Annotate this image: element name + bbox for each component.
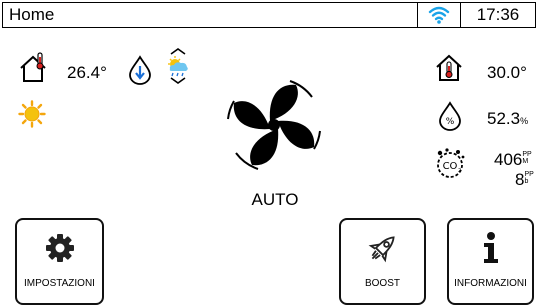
water-drop-down-icon (126, 55, 154, 90)
voc-reading: 8PP b (515, 170, 534, 190)
svg-text:%: % (446, 117, 455, 127)
co2-icon: CO 2 (432, 146, 468, 185)
settings-label: IMPOSTAZIONI (24, 278, 95, 289)
svg-text:2: 2 (458, 168, 461, 174)
fan-mode-label: AUTO (251, 190, 299, 209)
voc-unit-bottom: b (524, 178, 529, 185)
wifi-icon (418, 2, 460, 28)
voc-unit: PP b (524, 171, 533, 185)
boost-label: BOOST (364, 278, 400, 289)
svg-text:CO: CO (443, 161, 458, 172)
clock: 17:36 (460, 2, 536, 28)
voc-value: 8 (515, 170, 525, 189)
co2-unit: PP M (522, 151, 531, 165)
indoor-temperature: 26.4° (67, 63, 107, 82)
boost-button[interactable]: BOOST (339, 218, 426, 305)
page-title: Home (2, 2, 418, 28)
info-button[interactable]: INFORMAZIONI (447, 218, 534, 305)
settings-button[interactable]: IMPOSTAZIONI (15, 218, 104, 305)
humidity-number: 52.3 (487, 109, 521, 128)
humidity-unit: % (520, 116, 529, 126)
outdoor-temp-icon (435, 53, 463, 88)
gear-icon (44, 230, 76, 266)
weather-exchange-icon (163, 47, 193, 90)
info-icon (480, 230, 502, 266)
info-label: INFORMAZIONI (454, 278, 527, 289)
co2-reading: 406PP M (494, 150, 532, 170)
co2-unit-bottom: M (522, 158, 529, 165)
status-bar: Home 17:36 (0, 0, 538, 34)
voc-unit-top: PP (524, 171, 534, 178)
humidity-icon: % (438, 101, 462, 136)
fan-icon[interactable] (224, 70, 324, 185)
humidity-value: 52.3% (487, 109, 528, 131)
rocket-icon (366, 230, 400, 266)
sun-icon (18, 100, 46, 133)
co2-unit-top: PP (522, 151, 532, 158)
indoor-temp-icon (18, 52, 48, 89)
co2-value: 406 (494, 150, 523, 169)
outdoor-temperature: 30.0° (487, 63, 527, 82)
